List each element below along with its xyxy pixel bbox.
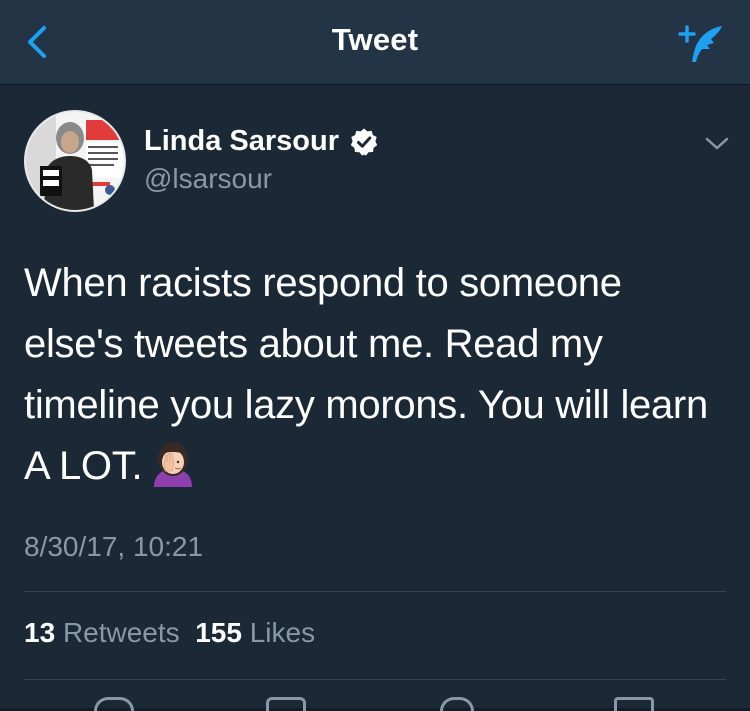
page-title: Tweet bbox=[331, 22, 419, 57]
tweet-text: When racists respond to someone else's t… bbox=[24, 253, 714, 497]
tweet-timestamp: 8/30/17, 10:21 bbox=[24, 531, 204, 562]
retweets-count: 13 bbox=[24, 617, 56, 648]
verified-badge-icon bbox=[350, 128, 378, 156]
likes-count: 155 bbox=[195, 617, 242, 648]
profile-photo bbox=[26, 112, 124, 210]
divider bbox=[24, 591, 726, 592]
likes-stat[interactable]: 155 Likes bbox=[195, 617, 315, 648]
compose-tweet-icon bbox=[678, 25, 722, 62]
tweet-text-body: When racists respond to someone else's t… bbox=[24, 261, 708, 488]
divider bbox=[24, 679, 726, 680]
likes-label: Likes bbox=[249, 617, 316, 648]
author-name-text: Linda Sarsour bbox=[144, 125, 339, 157]
like-icon[interactable] bbox=[440, 697, 474, 711]
woman-facepalming-emoji bbox=[154, 442, 193, 487]
navigation-bar: Tweet bbox=[0, 0, 750, 85]
author-handle[interactable]: @lsarsour bbox=[144, 163, 272, 195]
retweet-icon[interactable] bbox=[266, 697, 306, 711]
reply-icon[interactable] bbox=[94, 697, 134, 711]
retweets-label: Retweets bbox=[62, 617, 180, 648]
share-icon[interactable] bbox=[614, 697, 654, 711]
tweet-detail: Linda Sarsour @lsarsour When racists res… bbox=[0, 85, 750, 711]
retweets-stat[interactable]: 13 Retweets bbox=[24, 617, 180, 648]
avatar[interactable] bbox=[24, 110, 126, 212]
tweet-options-button[interactable] bbox=[704, 135, 730, 153]
compose-tweet-button[interactable] bbox=[674, 20, 730, 68]
author-name[interactable]: Linda Sarsour bbox=[144, 125, 379, 158]
tweet-stats: 13 Retweets 155 Likes bbox=[24, 617, 315, 649]
chevron-down-icon bbox=[705, 137, 729, 150]
